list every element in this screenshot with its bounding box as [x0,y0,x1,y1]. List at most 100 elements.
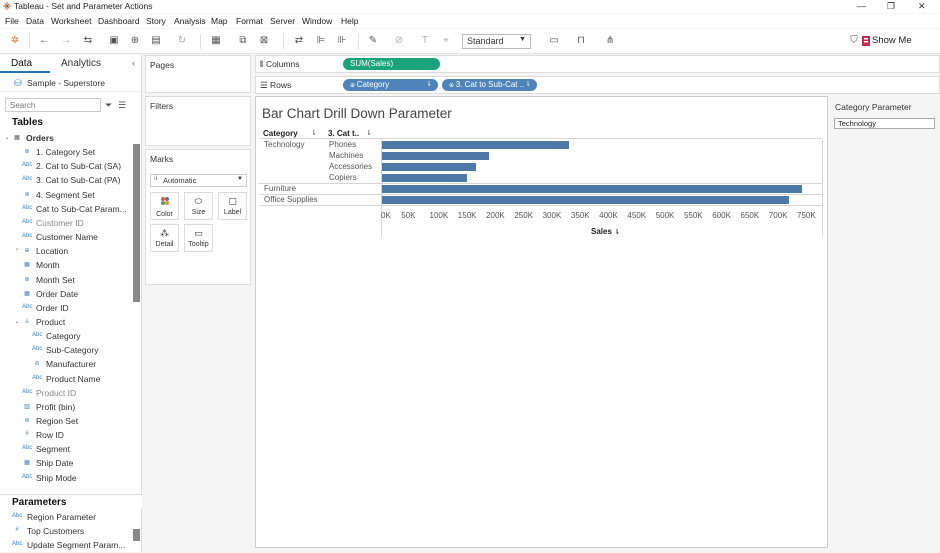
color-button[interactable]: Color [150,192,179,220]
subcategory-label[interactable]: Phones [329,140,356,149]
menu-analysis[interactable]: Analysis [174,16,206,26]
field-row[interactable]: ⌄ ▦ Orders [0,132,132,146]
parameter-row[interactable]: Abc Update Segment Param... [0,539,132,553]
columns-shelf[interactable]: ⫴ Columns SUM(Sales) [255,55,940,73]
bar[interactable] [382,163,477,171]
column-header-subcat[interactable]: 3. Cat t.. [328,129,359,138]
refresh-icon[interactable]: ↻ [176,35,188,47]
field-row[interactable]: Abc 2. Cat to Sub-Cat (SA) [0,160,132,174]
category-label[interactable]: Technology [264,140,304,149]
field-row[interactable]: Abc Cat to Sub-Cat Param... [0,203,132,217]
bar[interactable] [382,196,789,204]
bar[interactable] [382,152,489,160]
tab-analytics[interactable]: Analytics [61,58,101,69]
filters-card[interactable]: Filters [145,96,251,146]
field-row[interactable]: Abc Category [0,330,132,344]
show-labels-icon[interactable]: T [419,35,431,47]
subcategory-label[interactable]: Copiers [329,173,357,182]
pill-sum-sales[interactable]: SUM(Sales) [343,58,440,70]
field-row[interactable]: ⊛ 1. Category Set [0,146,132,160]
field-row[interactable]: ⌄ ⅄ Product [0,316,132,330]
field-row[interactable]: # Row ID [0,429,132,443]
category-label[interactable]: Furniture [264,184,296,193]
field-row[interactable]: Abc Customer ID [0,217,132,231]
fit-select[interactable]: Standard ▼ [462,34,531,49]
rows-shelf[interactable]: ☰ Rows ⊕ Category ⇂ ⊕ 3. Cat to Sub-Cat .… [255,76,940,94]
menu-data[interactable]: Data [26,16,44,26]
pill-category[interactable]: ⊕ Category ⇂ [343,79,438,91]
parameter-row[interactable]: Abc Region Parameter [0,511,132,525]
show-cards-icon[interactable]: ▭ [548,35,560,47]
field-row[interactable]: Abc Ship Mode [0,472,132,486]
tableau-start-icon[interactable]: ✲ [9,35,21,47]
new-worksheet-icon[interactable]: ▦ [210,35,222,47]
mark-type-select[interactable]: ıl Automatic ▼ [150,174,247,187]
category-label[interactable]: Office Supplies [264,195,318,204]
menu-help[interactable]: Help [341,16,358,26]
expand-icon[interactable]: ⌄ [2,134,12,141]
field-row[interactable]: Abc Product Name [0,373,132,387]
label-button[interactable]: ▢ Label [218,192,247,220]
menu-map[interactable]: Map [211,16,228,26]
filter-fields-icon[interactable]: ⏷ [105,100,112,111]
parameter-row[interactable]: # Top Customers [0,525,132,539]
field-row[interactable]: Abc Order ID [0,302,132,316]
bar[interactable] [382,141,569,149]
scrollbar-thumb[interactable] [133,144,140,302]
fix-axes-icon[interactable]: ⌖ [440,35,452,47]
field-row[interactable]: ▥ Profit (bin) [0,401,132,415]
field-row[interactable]: ▦ Order Date [0,288,132,302]
field-row[interactable]: Abc Customer Name [0,231,132,245]
search-input[interactable] [5,98,101,112]
sort-icon[interactable]: ⇂ [366,129,372,137]
sort-descending-icon[interactable]: ⊪ [336,35,348,47]
datasource-row[interactable]: ⛁ Sample - Superstore [0,75,142,92]
menu-server[interactable]: Server [270,16,295,26]
bookmark-icon[interactable]: ⛉ [848,35,860,47]
field-row[interactable]: Abc Product ID [0,387,132,401]
save-icon[interactable]: ▣ [108,35,120,47]
tab-data[interactable]: Data [11,58,32,69]
parameters-scrollbar-thumb[interactable] [133,529,140,541]
detail-button[interactable]: ⁂ Detail [150,224,179,252]
swap-icon[interactable]: ⇆ [82,35,94,47]
share-icon[interactable]: ⋔ [604,35,616,47]
redo-icon[interactable]: → [60,35,72,47]
field-row[interactable]: Abc 3. Cat to Sub-Cat (PA) [0,174,132,188]
group-icon[interactable]: ⊘ [393,35,405,47]
field-row[interactable]: ▦ Month [0,259,132,273]
field-row[interactable]: Abc Segment [0,443,132,457]
pause-updates-icon[interactable]: ▤ [150,35,162,47]
menu-window[interactable]: Window [302,16,332,26]
menu-worksheet[interactable]: Worksheet [51,16,91,26]
bar[interactable] [382,185,802,193]
expand-icon[interactable]: › [12,247,22,253]
collapse-pane-icon[interactable]: ‹ [132,58,135,68]
show-me-button[interactable]: Show Me [872,35,912,46]
undo-icon[interactable]: ← [38,35,50,47]
pages-card[interactable]: Pages [145,55,251,93]
expand-icon[interactable]: ⌄ [12,318,22,325]
subcategory-label[interactable]: Machines [329,151,363,160]
view-options-icon[interactable]: ☰ [118,100,126,111]
field-row[interactable]: ⊛ Month Set [0,274,132,288]
menu-dashboard[interactable]: Dashboard [98,16,140,26]
highlight-icon[interactable]: ✎ [367,35,379,47]
duplicate-icon[interactable]: ⧉ [237,35,249,47]
show-me-icon[interactable] [862,36,870,46]
menu-file[interactable]: File [5,16,19,26]
size-button[interactable]: ⬭ Size [184,192,213,220]
field-row[interactable]: › ⊕ Location [0,245,132,259]
close-button[interactable]: ✕ [918,1,926,12]
bar[interactable] [382,174,467,182]
tooltip-button[interactable]: ▭ Tooltip [184,224,213,252]
field-row[interactable]: ⊛ Region Set [0,415,132,429]
field-row[interactable]: ⊛ 4. Segment Set [0,189,132,203]
category-parameter-input[interactable]: Technology [834,118,935,129]
column-header-category[interactable]: Category [263,129,298,138]
minimize-button[interactable]: — [857,1,866,11]
maximize-button[interactable]: ❐ [887,1,895,12]
swap-rows-columns-icon[interactable]: ⇄ [293,35,305,47]
menu-story[interactable]: Story [146,16,166,26]
presentation-icon[interactable]: ⊓ [575,35,587,47]
